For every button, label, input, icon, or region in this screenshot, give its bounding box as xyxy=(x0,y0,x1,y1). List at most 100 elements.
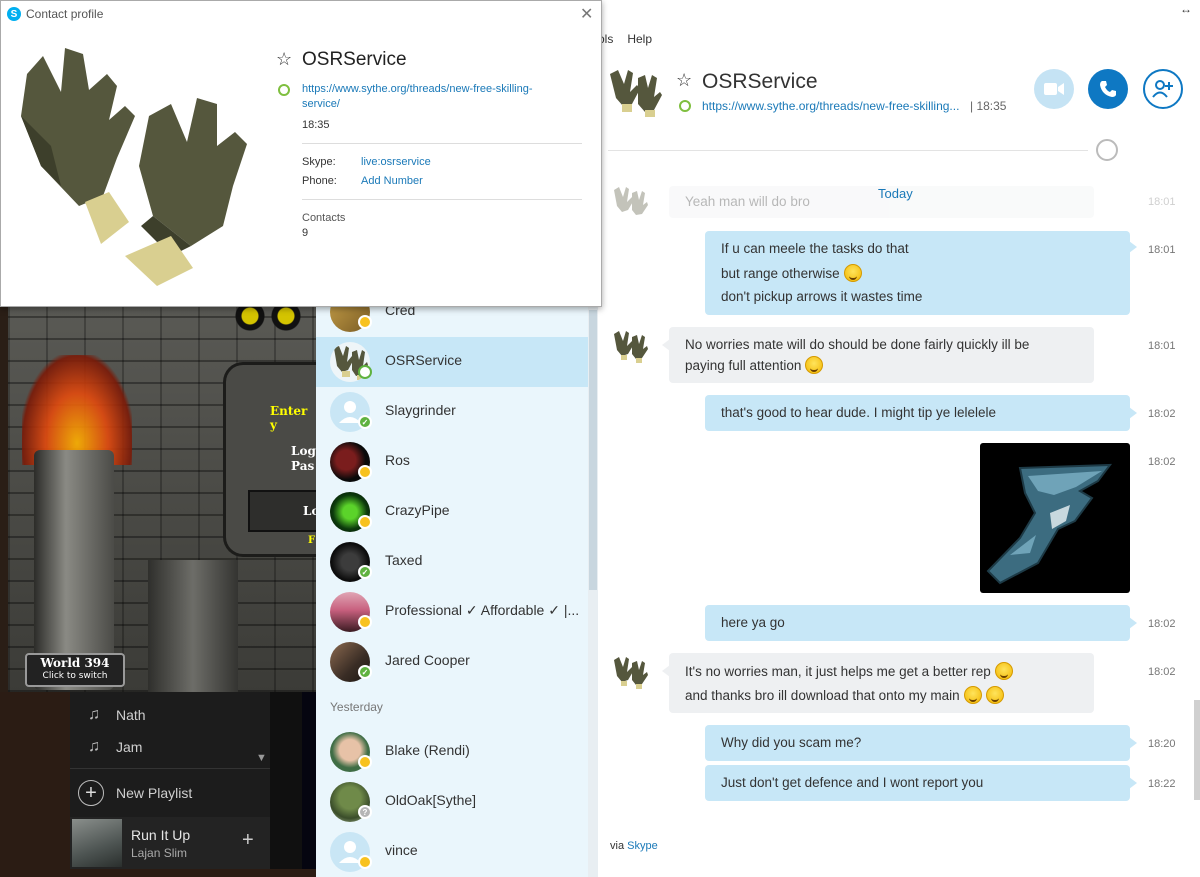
status-online-icon: ✓ xyxy=(358,565,372,579)
add-people-button[interactable] xyxy=(1143,69,1183,109)
add-number-link[interactable]: Add Number xyxy=(361,175,423,187)
playlist-item[interactable]: ♫ Nath xyxy=(88,706,146,724)
bubble-tail xyxy=(1129,737,1137,749)
wink-emoticon-icon xyxy=(805,356,824,374)
message-timestamp: 18:02 xyxy=(1148,408,1176,420)
message-text: Why did you scam me? xyxy=(721,735,862,750)
laugh-emoticon-icon xyxy=(985,686,1004,704)
status-away-icon xyxy=(358,465,372,479)
message-timestamp: 18:01 xyxy=(1148,196,1176,208)
profile-mood-link[interactable]: https://www.sythe.org/threads/new-free-s… xyxy=(302,82,562,112)
contact-item-selected[interactable]: OSRService xyxy=(316,337,588,387)
via-prefix: via xyxy=(610,840,625,852)
menu-item-help[interactable]: Help xyxy=(627,32,652,50)
message-text: Yeah man will do bro xyxy=(685,194,810,209)
game-brazier-fire xyxy=(22,355,132,465)
contact-item[interactable]: ✓ Jared Cooper xyxy=(316,637,588,687)
add-person-icon xyxy=(1152,80,1173,98)
chat-contact-name[interactable]: OSRService xyxy=(702,70,818,94)
profile-local-time: 18:35 xyxy=(302,119,330,131)
audio-call-button[interactable] xyxy=(1088,69,1128,109)
status-away-icon xyxy=(358,855,372,869)
world-switch-button[interactable]: World 394 Click to switch xyxy=(25,653,125,687)
sender-avatar[interactable] xyxy=(612,328,652,364)
chat-scrollbar[interactable] xyxy=(1194,700,1200,800)
contact-list-scrollbar[interactable] xyxy=(588,290,598,877)
contact-name: OldOak[Sythe] xyxy=(385,792,477,808)
new-playlist-label: New Playlist xyxy=(116,785,193,801)
globe-icon[interactable] xyxy=(1096,139,1118,161)
sender-avatar[interactable] xyxy=(612,654,652,690)
message-bubble-outgoing[interactable]: Why did you scam me? xyxy=(705,725,1137,761)
date-separator-today: Today xyxy=(878,186,913,201)
skype-id-value[interactable]: live:osrservice xyxy=(361,156,431,168)
contact-item[interactable]: Ros xyxy=(316,437,588,487)
smile-emoticon-icon xyxy=(843,264,862,282)
divider xyxy=(70,768,270,769)
contact-name: Professional ✓ Affordable ✓ |... xyxy=(385,602,580,618)
message-text-line: and thanks bro ill download that onto my… xyxy=(685,686,1004,704)
section-header-yesterday: Yesterday xyxy=(330,700,383,714)
profile-window-title: Contact profile xyxy=(26,7,104,21)
message-bubble-outgoing[interactable]: that's good to hear dude. I might tip ye… xyxy=(705,395,1137,431)
contact-item[interactable]: ✓ Slaygrinder xyxy=(316,387,588,437)
message-bubble-incoming[interactable]: No worries mate will do should be done f… xyxy=(662,327,1094,383)
playlist-name: Jam xyxy=(116,739,143,755)
via-skype-link[interactable]: Skype xyxy=(627,840,658,852)
contact-item[interactable]: ✓ Taxed xyxy=(316,537,588,587)
message-bubble-outgoing[interactable]: If u can meele the tasks do that but ran… xyxy=(705,231,1137,315)
contact-item[interactable]: vince xyxy=(316,827,588,877)
favorite-star-icon[interactable]: ☆ xyxy=(676,70,692,91)
message-bubble-incoming[interactable]: It's no worries man, it just helps me ge… xyxy=(662,653,1094,713)
skype-logo-icon: S xyxy=(7,7,21,21)
header-divider xyxy=(608,150,1088,151)
contact-name: Ros xyxy=(385,452,410,468)
status-ring-icon xyxy=(679,100,691,112)
bubble-tail xyxy=(1129,777,1137,789)
track-artist[interactable]: Lajan Slim xyxy=(131,846,187,860)
new-playlist-button[interactable]: + New Playlist xyxy=(78,780,192,806)
status-unknown-icon: ? xyxy=(358,805,372,819)
chat-mood-link[interactable]: https://www.sythe.org/threads/new-free-s… xyxy=(702,99,959,113)
music-player: ♫ Nath ♫ Jam ▼ + New Playlist Run It Up … xyxy=(0,692,318,877)
contact-item[interactable]: Professional ✓ Affordable ✓ |... xyxy=(316,587,588,637)
close-icon[interactable]: ✕ xyxy=(580,4,593,24)
message-timestamp: 18:02 xyxy=(1148,618,1176,630)
favorite-star-icon[interactable]: ☆ xyxy=(276,49,292,70)
message-text-line: but range otherwise xyxy=(721,264,862,282)
profile-name: OSRService xyxy=(302,49,407,70)
contact-name: OSRService xyxy=(385,352,463,368)
contact-profile-window: S Contact profile ✕ ☆ OSRService https:/… xyxy=(0,0,602,307)
add-track-icon[interactable]: + xyxy=(242,829,254,852)
message-text: here ya go xyxy=(721,615,785,630)
chat-header-avatar[interactable] xyxy=(608,66,668,118)
status-away-icon xyxy=(358,515,372,529)
music-note-icon: ♫ xyxy=(88,738,100,755)
chat-local-time: | 18:35 xyxy=(970,99,1007,113)
divider xyxy=(302,143,582,144)
image-attachment[interactable] xyxy=(980,443,1130,593)
message-timestamp: 18:02 xyxy=(1148,456,1176,468)
message-bubble-outgoing[interactable]: Just don't get defence and I wont report… xyxy=(705,765,1137,801)
status-away-icon xyxy=(358,615,372,629)
player-divider-panel xyxy=(270,692,302,869)
contact-name: Taxed xyxy=(385,552,423,568)
contact-item[interactable]: ? OldOak[Sythe] xyxy=(316,777,588,827)
status-away-icon xyxy=(358,315,372,329)
world-number: World 394 xyxy=(40,656,110,670)
playlist-item[interactable]: ♫ Jam xyxy=(88,738,142,756)
contact-item[interactable]: Blake (Rendi) xyxy=(316,727,588,777)
contact-item[interactable]: CrazyPipe xyxy=(316,487,588,537)
video-camera-icon xyxy=(1044,83,1064,95)
album-art[interactable] xyxy=(72,819,122,867)
profile-title-bar[interactable]: S Contact profile ✕ xyxy=(1,1,601,27)
phone-label: Phone: xyxy=(302,175,337,187)
chevron-down-icon[interactable]: ▼ xyxy=(256,752,267,764)
profile-picture[interactable] xyxy=(21,46,263,288)
message-bubble-outgoing[interactable]: here ya go xyxy=(705,605,1137,641)
game-password-label: Pas xyxy=(291,459,315,473)
restore-window-icon[interactable]: ↔ xyxy=(1180,2,1192,16)
scrollbar-thumb[interactable] xyxy=(589,310,597,590)
track-title[interactable]: Run It Up xyxy=(131,827,190,843)
video-call-button[interactable] xyxy=(1034,69,1074,109)
